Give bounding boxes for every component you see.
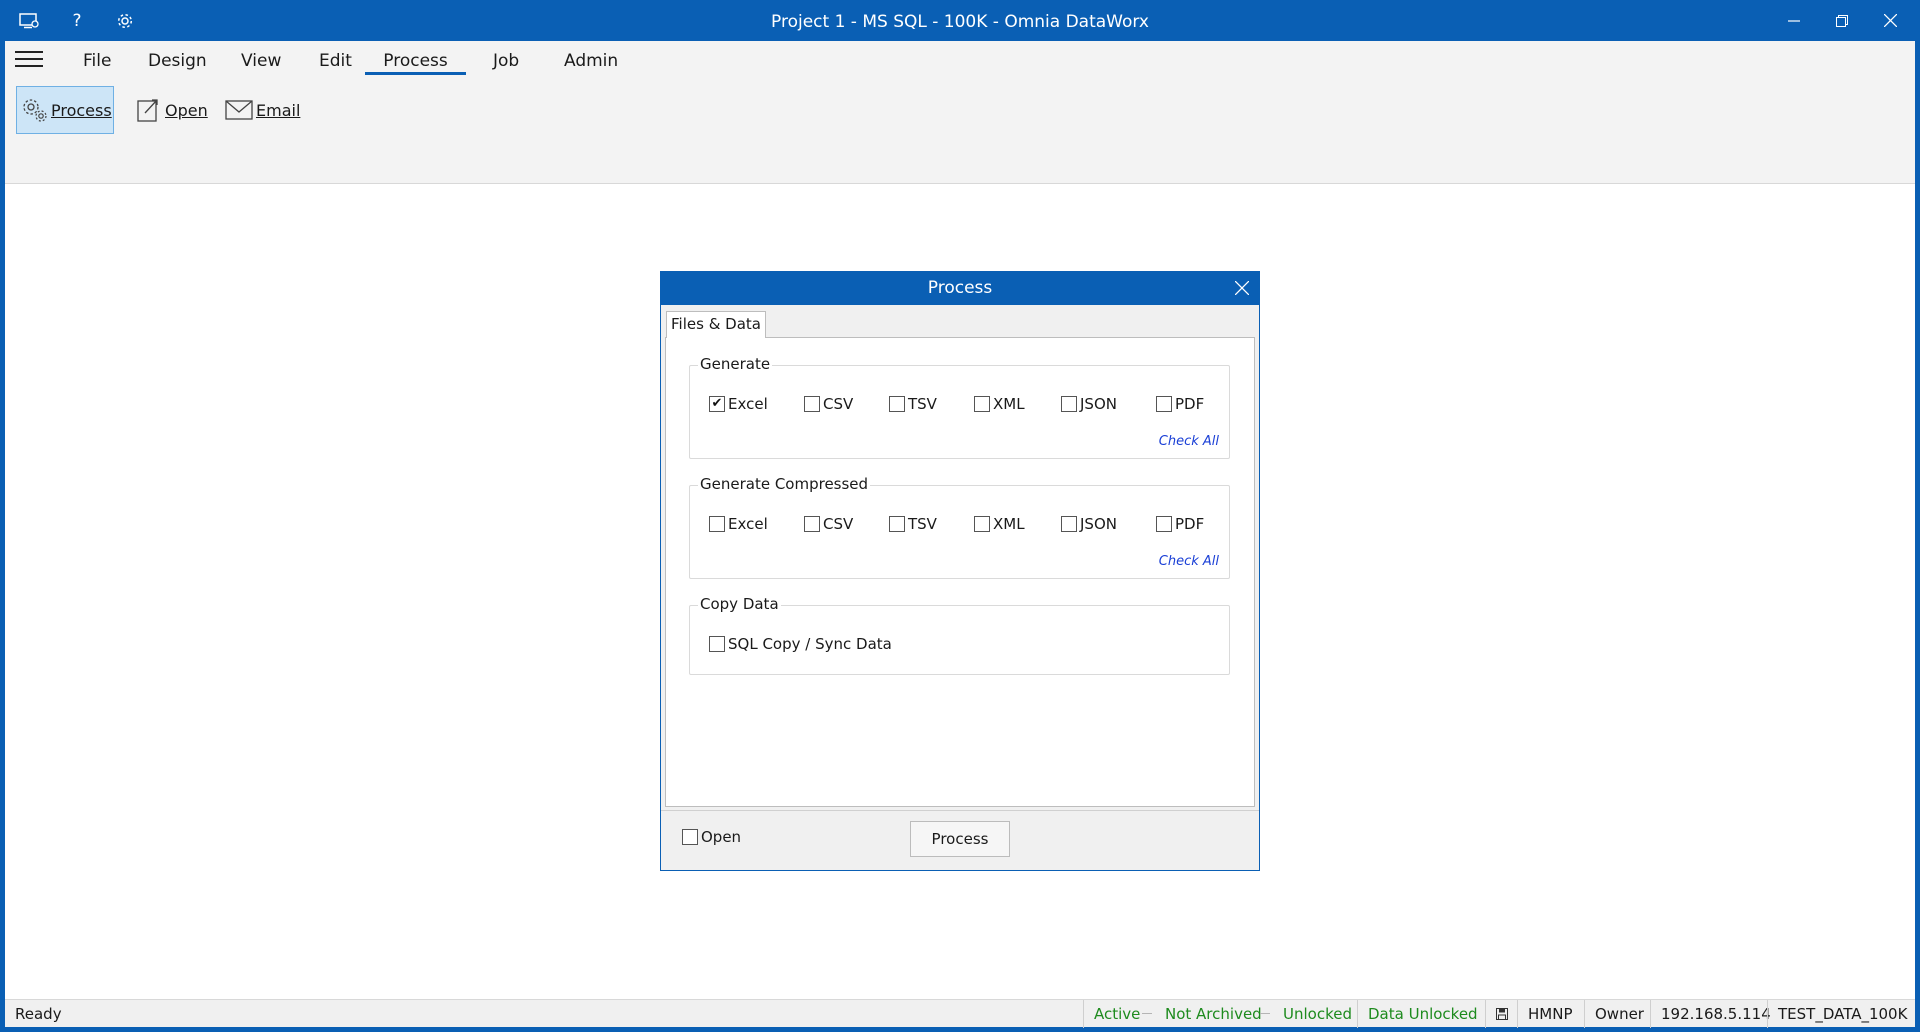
checkbox-label: XML: [993, 395, 1025, 413]
checkbox-box: [1061, 516, 1077, 532]
hamburger-menu-icon[interactable]: [15, 51, 47, 71]
app-window: ? Project 1 - MS SQL - 100K - Omnia Data…: [0, 0, 1920, 1032]
compressed-check-all-link[interactable]: Check All: [1159, 554, 1219, 569]
envelope-icon: [224, 95, 254, 125]
open-document-icon: [133, 95, 163, 125]
checkbox-label: PDF: [1175, 395, 1205, 413]
copy-data-group: Copy Data SQL Copy / Sync Data: [689, 595, 1230, 675]
checkbox-label: XML: [993, 515, 1025, 533]
copy-data-group-label: Copy Data: [698, 595, 781, 613]
generate-check-all-link[interactable]: Check All: [1159, 434, 1219, 449]
checkbox-box: [709, 516, 725, 532]
menu-admin[interactable]: Admin: [558, 49, 624, 75]
process-toolbar-label: Process: [51, 100, 112, 120]
generate-group: Generate ✔ Excel CSV TSV XML JSON PDF Che…: [689, 355, 1230, 459]
title-bar: ? Project 1 - MS SQL - 100K - Omnia Data…: [0, 0, 1920, 41]
status-bar: Ready Active Not Archived Unlocked Data …: [5, 999, 1917, 1028]
menu-design[interactable]: Design: [142, 49, 213, 75]
open-toolbar-button[interactable]: Open: [129, 86, 212, 134]
status-data-lock: Data Unlocked: [1357, 1000, 1488, 1028]
status-separator: [1142, 1013, 1152, 1014]
generate-csv-checkbox[interactable]: CSV: [804, 395, 853, 413]
checkbox-box: [889, 516, 905, 532]
dialog-close-icon[interactable]: [1229, 275, 1255, 301]
checkbox-box: [1061, 396, 1077, 412]
checkbox-label: PDF: [1175, 515, 1205, 533]
checkbox-label: CSV: [823, 515, 854, 533]
compressed-tsv-checkbox[interactable]: TSV: [889, 515, 937, 533]
checkbox-box: [709, 636, 725, 652]
compressed-excel-checkbox[interactable]: Excel: [709, 515, 768, 533]
generate-excel-checkbox[interactable]: ✔ Excel: [709, 395, 768, 413]
status-active: Active: [1083, 1000, 1150, 1028]
dialog-footer: Open Process: [661, 810, 1259, 870]
menu-edit[interactable]: Edit: [313, 49, 358, 75]
status-role: Owner: [1584, 1000, 1654, 1028]
checkbox-box: [804, 396, 820, 412]
checkbox-box: [974, 516, 990, 532]
close-button[interactable]: [1866, 0, 1914, 41]
files-data-panel: Generate ✔ Excel CSV TSV XML JSON PDF Che…: [665, 337, 1255, 807]
gears-icon: [21, 95, 49, 125]
generate-compressed-group: Generate Compressed Excel CSV TSV XML JS…: [689, 475, 1230, 579]
generate-group-label: Generate: [698, 355, 773, 373]
checkbox-label: JSON: [1080, 515, 1117, 533]
open-after-process-checkbox[interactable]: Open: [682, 828, 741, 846]
email-toolbar-label: Email: [256, 100, 301, 120]
window-title: Project 1 - MS SQL - 100K - Omnia DataWo…: [771, 12, 1149, 32]
status-separator: [1260, 1013, 1270, 1014]
checkbox-label: JSON: [1080, 395, 1117, 413]
checkbox-box: [682, 829, 698, 845]
checkbox-box: [804, 516, 820, 532]
checkbox-label: TSV: [908, 395, 937, 413]
generate-compressed-group-label: Generate Compressed: [698, 475, 871, 493]
email-toolbar-button[interactable]: Email: [220, 86, 304, 134]
menu-view[interactable]: View: [235, 49, 287, 75]
process-dialog: Process Files & Data Generate ✔ Excel CSV…: [660, 271, 1260, 871]
status-database: TEST_DATA_100K: [1767, 1000, 1917, 1028]
checkbox-label: CSV: [823, 395, 854, 413]
process-button[interactable]: Process: [910, 821, 1010, 857]
status-host: HMNP: [1517, 1000, 1583, 1028]
sql-copy-sync-checkbox[interactable]: SQL Copy / Sync Data: [709, 635, 892, 653]
generate-pdf-checkbox[interactable]: PDF: [1156, 395, 1204, 413]
status-lock: Unlocked: [1283, 1005, 1352, 1023]
menu-bar: File Design View Edit Process Job Admin: [5, 41, 1915, 81]
checkbox-box: [1156, 396, 1172, 412]
dialog-title: Process: [661, 272, 1259, 305]
compressed-csv-checkbox[interactable]: CSV: [804, 515, 853, 533]
checkbox-box: [974, 396, 990, 412]
generate-tsv-checkbox[interactable]: TSV: [889, 395, 937, 413]
status-archived: Not Archived: [1165, 1005, 1262, 1023]
generate-json-checkbox[interactable]: JSON: [1061, 395, 1117, 413]
generate-xml-checkbox[interactable]: XML: [974, 395, 1025, 413]
checkbox-label: Open: [701, 828, 742, 846]
checkbox-label: Excel: [728, 515, 768, 533]
status-ready: Ready: [15, 1005, 62, 1023]
menu-file[interactable]: File: [77, 49, 117, 75]
process-toolbar-button[interactable]: Process: [16, 86, 114, 134]
checkbox-box: [889, 396, 905, 412]
checkbox-label: SQL Copy / Sync Data: [728, 635, 892, 653]
checkbox-box: ✔: [709, 396, 725, 412]
checkbox-box: [1156, 516, 1172, 532]
menu-job[interactable]: Job: [487, 49, 525, 75]
compressed-pdf-checkbox[interactable]: PDF: [1156, 515, 1204, 533]
status-ip: 192.168.5.114: [1650, 1000, 1781, 1028]
menu-process[interactable]: Process: [365, 49, 466, 75]
checkbox-label: Excel: [728, 395, 768, 413]
minimize-button[interactable]: [1770, 0, 1818, 41]
open-toolbar-label: Open: [165, 100, 208, 120]
save-disk-icon[interactable]: [1485, 1000, 1515, 1028]
restore-button[interactable]: [1818, 0, 1866, 41]
checkbox-label: TSV: [908, 515, 937, 533]
compressed-json-checkbox[interactable]: JSON: [1061, 515, 1117, 533]
tab-files-and-data[interactable]: Files & Data: [666, 311, 766, 338]
compressed-xml-checkbox[interactable]: XML: [974, 515, 1025, 533]
